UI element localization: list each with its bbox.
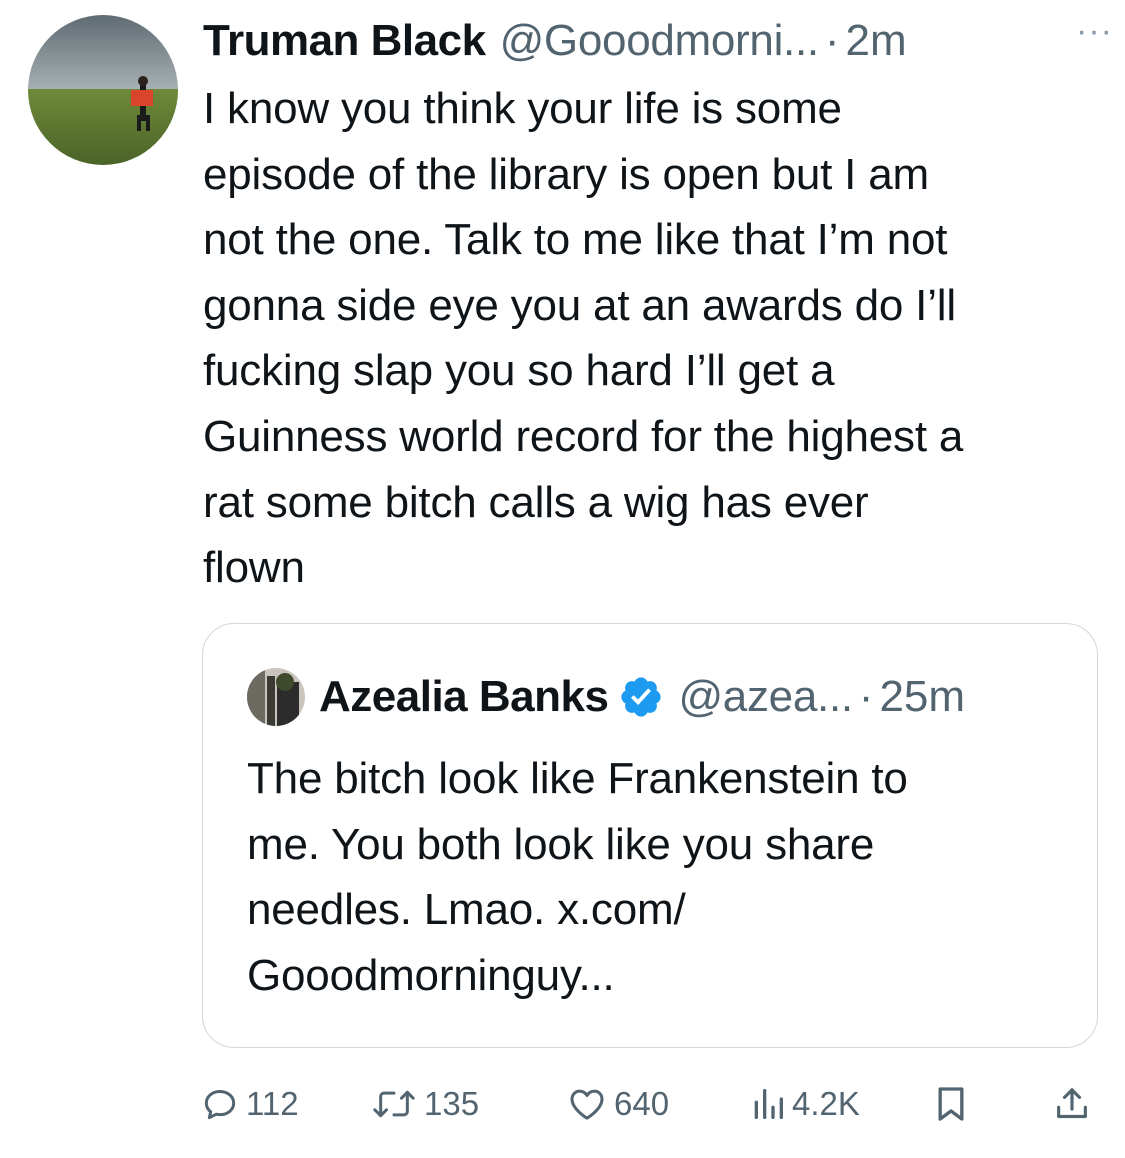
reply-count: 112 bbox=[246, 1085, 299, 1122]
text-line: rat some bitch calls a wig has ever bbox=[203, 477, 869, 527]
author-handle[interactable]: @Gooodmorni... bbox=[500, 16, 820, 66]
text-line: needles. Lmao. x.com/ bbox=[247, 885, 686, 935]
tweet-text: I know you think your life is some episo… bbox=[203, 76, 1103, 601]
text-line: not the one. Talk to me like that I’m no… bbox=[203, 215, 948, 265]
repost-button[interactable]: 135 bbox=[370, 1074, 479, 1134]
views-chart-icon bbox=[754, 1089, 783, 1119]
share-button[interactable] bbox=[1052, 1074, 1098, 1134]
more-options-icon[interactable]: ··· bbox=[1076, 12, 1113, 51]
quoted-timestamp[interactable]: 25m bbox=[879, 672, 965, 722]
text-line: Gooodmorninguy... bbox=[247, 950, 615, 1000]
separator-dot: · bbox=[858, 672, 874, 721]
author-avatar[interactable] bbox=[28, 15, 178, 165]
tweet[interactable]: Truman Black @Gooodmorni... · 2m ··· I k… bbox=[0, 0, 1125, 1158]
text-line: flown bbox=[203, 543, 305, 593]
share-icon bbox=[1057, 1088, 1087, 1119]
view-count: 4.2K bbox=[792, 1085, 860, 1122]
separator-dot: · bbox=[824, 16, 840, 65]
tweet-header: Truman Black @Gooodmorni... · 2m bbox=[203, 12, 1105, 70]
timestamp[interactable]: 2m bbox=[846, 16, 907, 66]
verified-badge-icon bbox=[618, 674, 664, 720]
text-line: I know you think your life is some bbox=[203, 84, 842, 133]
text-line: fucking slap you so hard I’ll get a bbox=[203, 346, 835, 396]
quoted-tweet-text: The bitch look like Frankenstein to me. … bbox=[247, 746, 1067, 1008]
bookmark-button[interactable] bbox=[933, 1074, 975, 1134]
reply-icon bbox=[204, 1090, 236, 1120]
quoted-tweet[interactable]: Azealia Banks @azea... · 25m The bitch l… bbox=[202, 623, 1098, 1048]
text-line: Guinness world record for the highest a bbox=[203, 411, 964, 461]
text-line: The bitch look like Frankenstein to bbox=[247, 754, 908, 803]
like-button[interactable]: 640 bbox=[566, 1074, 669, 1134]
text-line: episode of the library is open but I am bbox=[203, 149, 929, 199]
author-name[interactable]: Truman Black bbox=[203, 16, 486, 66]
action-bar: 112 135 640 4.2K bbox=[200, 1074, 1100, 1134]
text-line: gonna side eye you at an awards do I’ll bbox=[203, 280, 956, 330]
quoted-author-avatar[interactable] bbox=[247, 668, 305, 726]
quoted-author-name[interactable]: Azealia Banks bbox=[319, 672, 609, 722]
heart-icon bbox=[570, 1089, 604, 1120]
quoted-tweet-header: Azealia Banks @azea... · 25m bbox=[319, 668, 1067, 726]
repost-count: 135 bbox=[424, 1085, 480, 1122]
reply-button[interactable]: 112 bbox=[200, 1074, 299, 1134]
bookmark-icon bbox=[938, 1087, 964, 1121]
quoted-author-handle[interactable]: @azea... bbox=[678, 672, 853, 722]
text-line: me. You both look like you share bbox=[247, 819, 875, 869]
like-count: 640 bbox=[614, 1085, 670, 1122]
views-button[interactable]: 4.2K bbox=[750, 1074, 860, 1134]
repost-icon bbox=[373, 1090, 415, 1118]
